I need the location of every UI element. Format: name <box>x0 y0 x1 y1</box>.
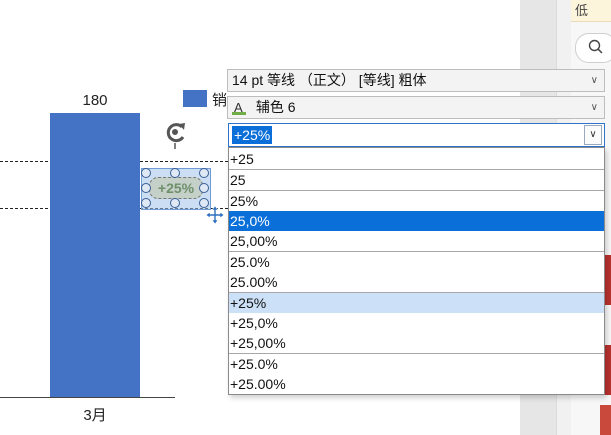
side-thumbnail-3[interactable] <box>600 405 611 435</box>
resize-handle-r[interactable] <box>199 183 209 193</box>
format-option-hovered[interactable]: +25% <box>229 293 604 313</box>
format-option[interactable]: +25,00% <box>229 333 604 353</box>
font-combo[interactable]: 14 pt 等线 （正文） [等线] 粗体 ∨ <box>227 69 605 92</box>
side-panel-banner[interactable]: 低 <box>571 0 611 22</box>
font-color-icon: A <box>232 99 246 115</box>
format-option[interactable]: +25 <box>229 149 604 169</box>
legend-text[interactable]: 销 <box>212 89 227 110</box>
legend-swatch[interactable] <box>183 90 207 107</box>
number-format-dropdown[interactable]: +25 25 25% 25,0% 25,00% 25.0% 25.00% +25… <box>228 147 605 395</box>
resize-handle-tl[interactable] <box>141 168 151 178</box>
font-combo-text: 14 pt 等线 （正文） [等线] 粗体 <box>232 72 427 88</box>
resize-handle-l[interactable] <box>141 183 151 193</box>
search-icon <box>588 39 603 54</box>
rotate-handle-icon[interactable] <box>162 119 190 149</box>
format-option[interactable]: +25,0% <box>229 313 604 333</box>
bar-march[interactable] <box>50 113 140 397</box>
selected-textbox[interactable]: +25% <box>149 177 203 199</box>
resize-handle-tr[interactable] <box>199 168 209 178</box>
format-option[interactable]: 25.0% <box>229 252 604 272</box>
chevron-down-icon[interactable]: ∨ <box>591 97 598 118</box>
format-option[interactable]: 25.00% <box>229 272 604 292</box>
move-cursor-icon <box>205 205 225 225</box>
format-option[interactable]: +25.00% <box>229 374 604 394</box>
format-option[interactable]: 25,00% <box>229 231 604 251</box>
bar-value-label[interactable]: 180 <box>50 92 140 109</box>
number-format-input[interactable]: +25% <box>232 126 273 144</box>
dropdown-toggle-button[interactable]: ∨ <box>584 125 602 145</box>
side-search-box[interactable] <box>575 33 611 63</box>
format-option-selected[interactable]: 25,0% <box>229 211 604 231</box>
format-option[interactable]: +25.0% <box>229 354 604 374</box>
chevron-down-icon[interactable]: ∨ <box>591 70 598 91</box>
font-color-text: 辅色 6 <box>255 99 296 115</box>
format-option[interactable]: 25% <box>229 191 604 211</box>
category-axis[interactable] <box>0 397 175 398</box>
resize-handle-bl[interactable] <box>141 198 151 208</box>
category-label: 3月 <box>83 407 107 424</box>
format-option[interactable]: 25 <box>229 170 604 190</box>
resize-handle-b[interactable] <box>170 198 180 208</box>
resize-handle-t[interactable] <box>170 168 180 178</box>
number-format-combo[interactable]: +25% ∨ <box>228 123 605 147</box>
font-color-combo[interactable]: A 辅色 6 ∨ <box>227 96 605 119</box>
